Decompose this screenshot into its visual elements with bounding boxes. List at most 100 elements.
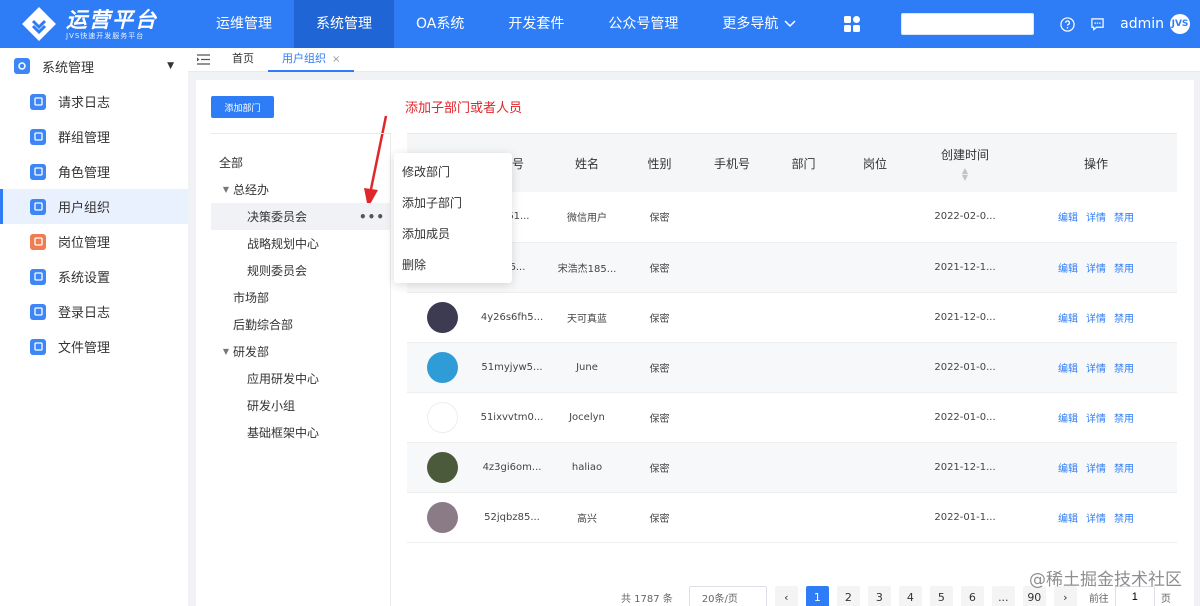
sidebar-item-request-log[interactable]: 请求日志 — [0, 84, 188, 119]
page-button[interactable]: 1 — [805, 586, 829, 606]
tree-caret-icon[interactable]: ▼ — [219, 347, 233, 356]
user-org-icon — [30, 198, 46, 215]
menu-delete[interactable]: 删除 — [394, 250, 512, 281]
nav-ops[interactable]: 运维管理 — [194, 0, 294, 48]
detail-link[interactable]: 详情 — [1086, 213, 1106, 224]
col-created[interactable]: 创建时间 ▲ ▼ — [915, 134, 1015, 192]
top-search-input[interactable] — [901, 13, 1035, 35]
cell-empty — [835, 192, 915, 243]
page-button[interactable]: 2 — [836, 586, 860, 606]
disable-link[interactable]: 禁用 — [1114, 364, 1134, 375]
disable-link[interactable]: 禁用 — [1114, 314, 1134, 325]
col-actions: 操作 — [1015, 134, 1177, 192]
table-row: 52jqbz85... 高兴 保密 2022-01-1... 编辑 详情 禁用 — [407, 492, 1177, 543]
menu-add-member[interactable]: 添加成员 — [394, 219, 512, 250]
tree-node[interactable]: 应用研发中心 — [211, 365, 390, 392]
cell-avatar — [407, 342, 477, 393]
close-icon[interactable]: × — [332, 54, 340, 65]
disable-link[interactable]: 禁用 — [1114, 264, 1134, 275]
edit-link[interactable]: 编辑 — [1058, 264, 1078, 275]
tree-node[interactable]: ▼ 研发部 — [211, 338, 390, 365]
sidebar: 系统管理 ▼ 请求日志 群组管理 角色管理 用户组织 岗位管理 系统设置 登录日志文件管理 — [0, 48, 188, 606]
cell-avatar — [407, 492, 477, 543]
page-button[interactable]: 5 — [929, 586, 953, 606]
message-icon[interactable] — [1082, 17, 1112, 31]
sidebar-group-system[interactable]: 系统管理 ▼ — [0, 48, 188, 84]
edit-link[interactable]: 编辑 — [1058, 464, 1078, 475]
cell-empty — [835, 242, 915, 293]
sidebar-item-settings[interactable]: 系统设置 — [0, 259, 188, 294]
cell-name: 宋浩杰185... — [547, 242, 627, 293]
menu-edit-department[interactable]: 修改部门 — [394, 157, 512, 188]
tab-home[interactable]: 首页 — [218, 48, 268, 72]
cell-empty — [772, 342, 835, 393]
cell-avatar — [407, 442, 477, 493]
disable-link[interactable]: 禁用 — [1114, 464, 1134, 475]
avatar — [426, 351, 458, 383]
tree-node-label: 研发部 — [233, 345, 270, 359]
table-row: 2u61... 微信用户 保密 2022-02-0... 编辑 详情 禁用 — [407, 192, 1177, 243]
caret-down-icon: ▼ — [167, 61, 174, 71]
edit-link[interactable]: 编辑 — [1058, 514, 1078, 525]
menu-add-sub-department[interactable]: 添加子部门 — [394, 188, 512, 219]
sidebar-item-label: 文件管理 — [58, 341, 111, 356]
page-button[interactable]: 6 — [960, 586, 984, 606]
page-size-select[interactable]: 20条/页 — [688, 586, 767, 606]
col-name: 姓名 — [547, 134, 627, 192]
detail-link[interactable]: 详情 — [1086, 464, 1106, 475]
sidebar-item-login-log[interactable]: 登录日志 — [0, 294, 188, 329]
help-icon[interactable] — [1052, 16, 1082, 32]
tab-user-org[interactable]: 用户组织 × — [268, 48, 355, 72]
page-button[interactable]: ... — [991, 586, 1015, 606]
disable-link[interactable]: 禁用 — [1114, 414, 1134, 425]
tree-node[interactable]: 后勤综合部 — [211, 311, 390, 338]
edit-link[interactable]: 编辑 — [1058, 314, 1078, 325]
table-row: 4z3gi6om... haliao 保密 2021-12-1... 编辑 详情 禁用 — [407, 442, 1177, 493]
tree-node[interactable]: 全部 — [211, 149, 390, 176]
tree-node[interactable]: 决策委员会 ••• — [211, 203, 390, 230]
detail-link[interactable]: 详情 — [1086, 314, 1106, 325]
cell-actions: 编辑 详情 禁用 — [1015, 442, 1177, 493]
more-options-icon[interactable]: ••• — [359, 210, 385, 224]
tree-caret-icon[interactable]: ▼ — [219, 185, 233, 194]
edit-link[interactable]: 编辑 — [1058, 364, 1078, 375]
detail-link[interactable]: 详情 — [1086, 364, 1106, 375]
detail-link[interactable]: 详情 — [1086, 264, 1106, 275]
prev-page-button[interactable]: ‹ — [774, 586, 798, 606]
sidebar-item-group[interactable]: 群组管理 — [0, 119, 188, 154]
edit-link[interactable]: 编辑 — [1058, 213, 1078, 224]
department-tree: 全部 ▼ 总经办 决策委员会 ••• 战略规划中心 规则委员会 市场部 后勤综合部 ▼ 研发部 应用研… — [211, 133, 391, 606]
user-avatar[interactable]: JVS — [1170, 14, 1190, 34]
tree-node[interactable]: ▼ 总经办 — [211, 176, 390, 203]
sidebar-item-role[interactable]: 角色管理 — [0, 154, 188, 189]
logo[interactable]: 运营平台 JVS快速开发服务平台 — [0, 0, 188, 48]
nav-more[interactable]: 更多导航 — [700, 0, 818, 48]
tree-node[interactable]: 市场部 — [211, 284, 390, 311]
cell-created: 2022-01-0... — [915, 342, 1015, 393]
sort-icon[interactable]: ▲ ▼ — [915, 166, 1015, 181]
detail-link[interactable]: 详情 — [1086, 414, 1106, 425]
cell-actions: 编辑 详情 禁用 — [1015, 392, 1177, 443]
col-phone: 手机号 — [692, 134, 772, 192]
sidebar-item-post[interactable]: 岗位管理 — [0, 224, 188, 259]
add-department-button[interactable]: 添加部门 — [211, 96, 274, 118]
edit-link[interactable]: 编辑 — [1058, 414, 1078, 425]
nav-system[interactable]: 系统管理 — [294, 0, 394, 48]
username[interactable]: admin — [1120, 16, 1164, 32]
tree-node[interactable]: 研发小组 — [211, 392, 390, 419]
detail-link[interactable]: 详情 — [1086, 514, 1106, 525]
nav-oa[interactable]: OA系统 — [394, 0, 486, 48]
tree-node[interactable]: 基础框架中心 — [211, 419, 390, 446]
sidebar-item-file[interactable]: 文件管理 — [0, 329, 188, 364]
menu-collapse-icon[interactable] — [188, 54, 218, 65]
page-button[interactable]: 3 — [867, 586, 891, 606]
tree-node[interactable]: 规则委员会 — [211, 257, 390, 284]
page-button[interactable]: 4 — [898, 586, 922, 606]
tree-node[interactable]: 战略规划中心 — [211, 230, 390, 257]
apps-grid-icon[interactable] — [828, 0, 876, 48]
disable-link[interactable]: 禁用 — [1114, 213, 1134, 224]
disable-link[interactable]: 禁用 — [1114, 514, 1134, 525]
sidebar-item-user-org[interactable]: 用户组织 — [0, 189, 188, 224]
nav-wechat[interactable]: 公众号管理 — [586, 0, 700, 48]
nav-devkit[interactable]: 开发套件 — [486, 0, 586, 48]
